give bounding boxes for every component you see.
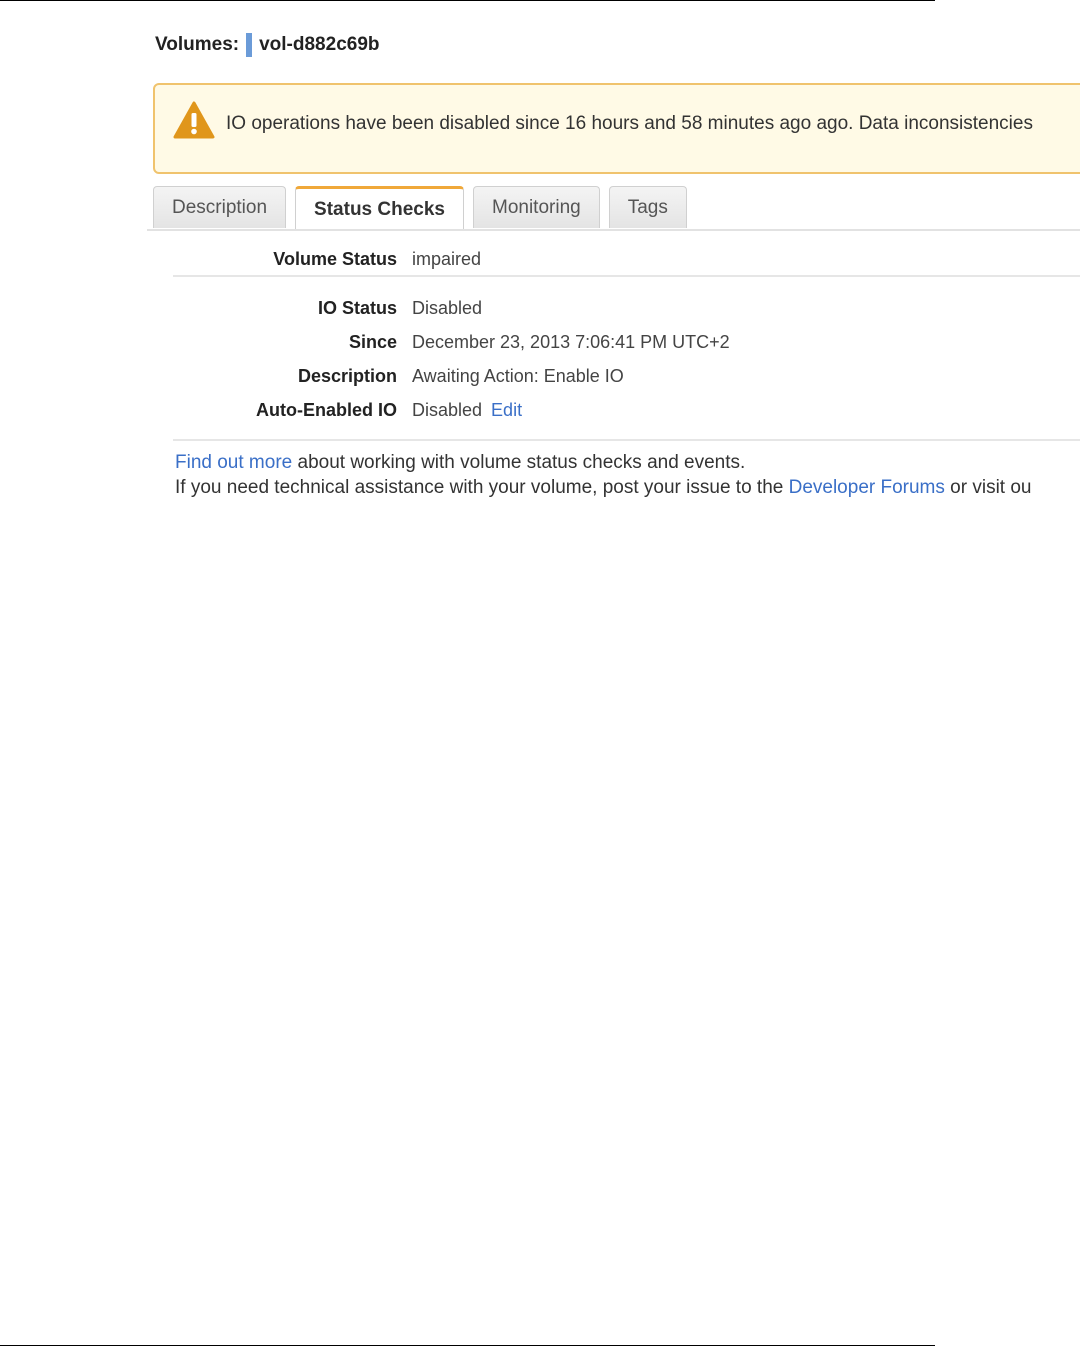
description-value: Awaiting Action: Enable IO [412, 366, 624, 386]
help-line-1-text: about working with volume status checks … [297, 452, 746, 473]
io-disabled-alert: IO operations have been disabled since 1… [153, 83, 1080, 174]
detail-tabs: Description Status Checks Monitoring Tag… [153, 186, 696, 230]
details-divider [173, 275, 1080, 277]
top-border [0, 0, 935, 1]
volume-status-label: Volume Status [273, 249, 397, 269]
help-line-2: If you need technical assistance with yo… [175, 475, 1031, 500]
edit-auto-enabled-io-link[interactable]: Edit [491, 400, 522, 421]
tab-tags[interactable]: Tags [608, 186, 687, 228]
warning-icon [173, 101, 215, 139]
since-label: Since [348, 332, 397, 352]
tab-monitoring[interactable]: Monitoring [473, 186, 600, 228]
volume-header: Volumes: vol-d882c69b [155, 33, 380, 57]
description-row: Description Awaiting Action: Enable IO [173, 366, 624, 387]
alert-message: IO operations have been disabled since 1… [226, 113, 1033, 134]
find-out-more-link[interactable]: Find out more [175, 452, 292, 473]
developer-forums-link[interactable]: Developer Forums [789, 477, 945, 498]
since-value: December 23, 2013 7:06:41 PM UTC+2 [412, 332, 730, 352]
volume-status-value: impaired [412, 249, 482, 269]
volume-detail-page: Volumes: vol-d882c69b IO operations have… [0, 0, 1080, 1347]
auto-enabled-io-label: Auto-Enabled IO [256, 400, 397, 420]
auto-enabled-io-row: Auto-Enabled IO Disabled Edit [173, 400, 522, 421]
tab-description[interactable]: Description [153, 186, 287, 228]
help-text: Find out more about working with volume … [175, 450, 1031, 500]
description-label: Description [297, 366, 397, 386]
io-status-value: Disabled [412, 298, 483, 318]
io-status-label: IO Status [317, 298, 397, 318]
help-line-2-tail: or visit ou [950, 477, 1032, 498]
details-bottom-divider [173, 439, 1080, 441]
help-line-2-text: If you need technical assistance with yo… [175, 477, 784, 498]
bottom-border [0, 1345, 935, 1346]
tab-status-checks[interactable]: Status Checks [295, 186, 464, 230]
volume-id: vol-d882c69b [259, 34, 380, 55]
tabs-divider [147, 229, 1080, 231]
io-status-row: IO Status Disabled [173, 298, 482, 319]
volumes-label: Volumes: [155, 34, 240, 55]
since-row: Since December 23, 2013 7:06:41 PM UTC+2 [173, 332, 730, 353]
help-line-1: Find out more about working with volume … [175, 450, 1031, 475]
auto-enabled-io-value: Disabled [412, 400, 483, 420]
volume-marker [246, 33, 253, 57]
volume-status-row: Volume Status impaired [173, 249, 481, 270]
